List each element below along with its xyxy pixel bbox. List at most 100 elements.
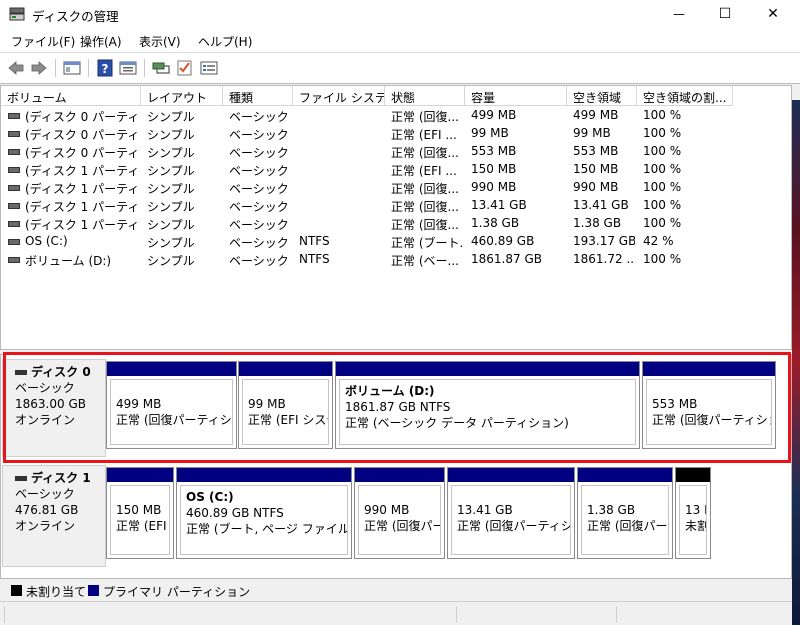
console-tree-icon[interactable] bbox=[62, 59, 82, 77]
disk-1-label[interactable]: ディスク 1 ベーシック 476.81 GB オンライン bbox=[2, 465, 106, 567]
column-header-capacity[interactable]: 容量 bbox=[465, 86, 567, 106]
close-button[interactable]: ✕ bbox=[750, 0, 796, 28]
partition-block[interactable]: 150 MB 正常 (EFI bbox=[106, 467, 174, 559]
column-header-filesystem[interactable]: ファイル システム bbox=[293, 86, 385, 106]
menu-action[interactable]: 操作(A) bbox=[80, 33, 122, 50]
close-icon: ✕ bbox=[767, 6, 779, 22]
partition-status: 正常 (ブート, ページ ファイル, クラ bbox=[186, 522, 347, 536]
properties-icon[interactable] bbox=[118, 59, 138, 77]
cell-layout: シンプル bbox=[147, 182, 195, 196]
cell-percent-free: 100 % bbox=[643, 108, 682, 122]
status-separator bbox=[4, 606, 5, 623]
partition-status: 正常 (ベーシック データ パーティション) bbox=[345, 416, 569, 430]
volume-row[interactable]: ボリューム (D:) シンプル ベーシック NTFS 正常 (ベー... 1861.87 … bbox=[1, 251, 791, 269]
cell-status: 正常 (回復... bbox=[391, 200, 459, 214]
cell-capacity: 99 MB bbox=[471, 126, 509, 140]
cell-volume: (ディスク 1 パーティシ... bbox=[25, 200, 139, 214]
primary-partition-bar bbox=[177, 468, 351, 482]
cell-layout: シンプル bbox=[147, 128, 195, 142]
disk-status: オンライン bbox=[15, 413, 76, 427]
volume-row[interactable]: (ディスク 1 パーティシ... シンプル ベーシック 正常 (EFI ... 150 … bbox=[1, 161, 791, 179]
forward-arrow-icon[interactable] bbox=[29, 59, 49, 77]
primary-partition-bar bbox=[643, 362, 775, 376]
disk-0-label[interactable]: ディスク 0 ベーシック 1863.00 GB オンライン bbox=[2, 359, 106, 457]
partition-size: 150 MB bbox=[116, 503, 162, 517]
partition-block[interactable]: 553 MB 正常 (回復パーティション) bbox=[642, 361, 776, 449]
maximize-button[interactable]: ☐ bbox=[702, 0, 748, 28]
volume-icon bbox=[8, 167, 20, 173]
column-header-percent-free[interactable]: 空き領域の割... bbox=[637, 86, 733, 106]
volume-row[interactable]: OS (C:) シンプル ベーシック NTFS 正常 (ブート... 460.89 GB 1… bbox=[1, 233, 791, 251]
volume-row[interactable]: (ディスク 1 パーティシ... シンプル ベーシック 正常 (回復... 1.38 G… bbox=[1, 215, 791, 233]
cell-free-space: 99 MB bbox=[573, 126, 611, 140]
partition-size: 13 M bbox=[685, 503, 706, 517]
volume-row[interactable]: (ディスク 0 パーティシ... シンプル ベーシック 正常 (EFI ... 99 M… bbox=[1, 125, 791, 143]
cell-layout: シンプル bbox=[147, 110, 195, 124]
partition-block[interactable]: 499 MB 正常 (回復パーティション) bbox=[106, 361, 237, 449]
menu-view[interactable]: 表示(V) bbox=[139, 33, 181, 50]
partition-details: ボリューム (D:) 1861.87 GB NTFS 正常 (ベーシック データ パ… bbox=[339, 379, 636, 445]
cell-capacity: 1861.87 GB bbox=[471, 252, 542, 266]
checklist-icon[interactable] bbox=[175, 59, 195, 77]
volume-icon bbox=[8, 257, 20, 263]
disk-graphical-view: ディスク 0 ベーシック 1863.00 GB オンライン 499 MB 正常 (回復パー… bbox=[0, 354, 792, 579]
partition-title: OS (C:) bbox=[186, 490, 234, 504]
desktop-background bbox=[792, 100, 800, 625]
cell-status: 正常 (回復... bbox=[391, 182, 459, 196]
cell-layout: シンプル bbox=[147, 200, 195, 214]
legend: 未割り当て プライマリ パーティション bbox=[0, 579, 792, 602]
partition-status: 正常 (回復パーティション) bbox=[116, 413, 232, 427]
partition-status: 正常 (回復パーティショ bbox=[457, 519, 570, 533]
partition-block[interactable]: OS (C:) 460.89 GB NTFS 正常 (ブート, ページ ファイル, … bbox=[176, 467, 352, 559]
status-bar bbox=[0, 602, 792, 625]
partition-block[interactable]: 13.41 GB 正常 (回復パーティショ bbox=[447, 467, 575, 559]
menu-file[interactable]: ファイル(F) bbox=[11, 33, 75, 50]
volume-icon bbox=[8, 203, 20, 209]
minimize-button[interactable]: — bbox=[656, 0, 702, 28]
back-arrow-icon[interactable] bbox=[6, 59, 26, 77]
settings-list-icon[interactable] bbox=[199, 59, 219, 77]
partition-block[interactable]: 1.38 GB 正常 (回復パー bbox=[577, 467, 673, 559]
column-header-type[interactable]: 種類 bbox=[223, 86, 293, 106]
cell-status: 正常 (ブート... bbox=[391, 236, 463, 250]
cell-free-space: 1861.72 ... bbox=[573, 252, 635, 266]
partition-size: 499 MB bbox=[116, 397, 162, 411]
primary-partition-bar bbox=[107, 362, 236, 376]
partition-status: 未割 bbox=[685, 519, 707, 533]
partition-details: 13 M 未割 bbox=[679, 485, 707, 555]
partition-block[interactable]: 990 MB 正常 (回復パー bbox=[354, 467, 445, 559]
column-header-status[interactable]: 状態 bbox=[385, 86, 465, 106]
help-icon[interactable]: ? bbox=[95, 59, 115, 77]
volume-row[interactable]: (ディスク 0 パーティシ... シンプル ベーシック 正常 (回復... 499 MB… bbox=[1, 107, 791, 125]
partition-status: 正常 (回復パー bbox=[587, 519, 668, 533]
legend-unallocated: 未割り当て bbox=[26, 585, 87, 599]
partition-block[interactable]: 99 MB 正常 (EFI システム パーティション) bbox=[238, 361, 333, 449]
partition-status: 正常 (EFI bbox=[116, 519, 167, 533]
cell-capacity: 553 MB bbox=[471, 144, 517, 158]
partition-block[interactable]: 13 M 未割 bbox=[675, 467, 711, 559]
disk-management-app-icon bbox=[9, 7, 25, 21]
connect-icon[interactable] bbox=[151, 59, 171, 77]
volume-row[interactable]: (ディスク 1 パーティシ... シンプル ベーシック 正常 (回復... 13.41 … bbox=[1, 197, 791, 215]
volume-row[interactable]: (ディスク 0 パーティシ... シンプル ベーシック 正常 (回復... 553 MB… bbox=[1, 143, 791, 161]
unallocated-bar bbox=[676, 468, 710, 482]
cell-status: 正常 (EFI ... bbox=[391, 128, 457, 142]
legend-primary-partition: プライマリ パーティション bbox=[103, 585, 251, 599]
cell-type: ベーシック bbox=[229, 218, 289, 232]
column-header-volume[interactable]: ボリューム bbox=[1, 86, 141, 106]
volume-row[interactable]: (ディスク 1 パーティシ... シンプル ベーシック 正常 (回復... 990 MB… bbox=[1, 179, 791, 197]
cell-percent-free: 100 % bbox=[643, 180, 682, 194]
partition-details: 553 MB 正常 (回復パーティション) bbox=[646, 379, 772, 445]
column-header-free-space[interactable]: 空き領域 bbox=[567, 86, 637, 106]
partition-size: 990 MB bbox=[364, 503, 410, 517]
partition-block[interactable]: ボリューム (D:) 1861.87 GB NTFS 正常 (ベーシック データ パ… bbox=[335, 361, 640, 449]
primary-partition-bar bbox=[107, 468, 173, 482]
svg-text:?: ? bbox=[102, 62, 109, 76]
menu-help[interactable]: ヘルプ(H) bbox=[198, 33, 252, 50]
partition-status: 正常 (回復パーティション) bbox=[652, 413, 771, 427]
unallocated-swatch bbox=[11, 585, 22, 596]
cell-percent-free: 100 % bbox=[643, 126, 682, 140]
cell-layout: シンプル bbox=[147, 254, 195, 268]
column-header-layout[interactable]: レイアウト bbox=[141, 86, 223, 106]
cell-volume: (ディスク 0 パーティシ... bbox=[25, 110, 139, 124]
